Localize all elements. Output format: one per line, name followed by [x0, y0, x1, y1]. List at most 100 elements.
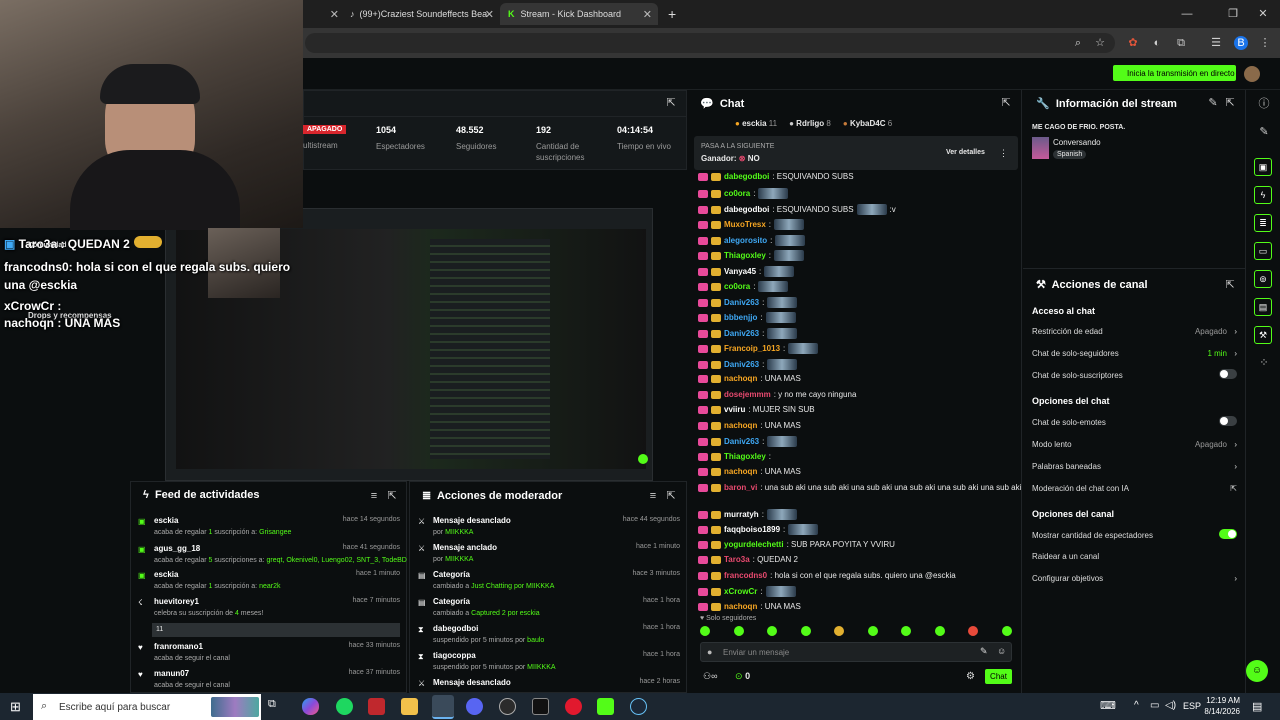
chat-username[interactable]: Daniv263: [724, 360, 759, 369]
chat-message[interactable]: MuxoTresx:: [698, 219, 805, 230]
chat-username[interactable]: Daniv263: [724, 437, 759, 446]
chrome-icon[interactable]: [432, 695, 454, 719]
chat-username[interactable]: faqqboiso1899: [724, 525, 780, 534]
filter-icon[interactable]: ≡: [367, 489, 381, 503]
chat-username[interactable]: Francoip_1013: [724, 344, 780, 353]
chat-username[interactable]: yogurdelechetti: [724, 540, 784, 549]
chat-message[interactable]: co0ora:: [698, 188, 789, 199]
extension-icon[interactable]: ◐: [1150, 36, 1164, 50]
chat-message[interactable]: alegorosito:: [698, 235, 806, 246]
obs-icon[interactable]: [499, 698, 516, 715]
chat-message[interactable]: nachoqn: UNA MAS: [698, 467, 801, 476]
chat-message[interactable]: Daniv263:: [698, 328, 798, 339]
chat-username[interactable]: Taro3a: [724, 555, 750, 564]
popout-icon[interactable]: ⇱: [385, 489, 399, 503]
chat-username[interactable]: francodns0: [724, 571, 767, 580]
popout-icon[interactable]: ⇱: [1223, 278, 1237, 292]
chat-message[interactable]: dabegodboi: ESQUIVANDO SUBS: [698, 172, 854, 181]
tray-chevron-icon[interactable]: ^: [1134, 700, 1139, 711]
tab-soundeffects[interactable]: ♪ (99+)Craziest Soundeffects Bea ✕: [342, 3, 500, 25]
chat-username[interactable]: Daniv263: [724, 298, 759, 307]
rail-layout-button[interactable]: ▤: [1254, 298, 1272, 316]
minimize-icon[interactable]: —: [1180, 7, 1194, 21]
popout-icon[interactable]: ⇱: [1223, 96, 1237, 110]
chat-message[interactable]: nachoqn: UNA MAS: [698, 374, 801, 383]
chat-message[interactable]: Francoip_1013:: [698, 343, 819, 354]
chat-message[interactable]: Daniv263:: [698, 359, 798, 370]
chat-message[interactable]: vviiru: MUJER SIN SUB: [698, 405, 815, 414]
chat-message[interactable]: faqqboiso1899:: [698, 524, 819, 535]
capcut-icon[interactable]: [532, 698, 549, 715]
chat-username[interactable]: dosejemmm: [724, 390, 771, 399]
opera-icon[interactable]: [565, 698, 582, 715]
taskbar-search-input[interactable]: ⌕ Escribe aquí para buscar: [33, 694, 261, 720]
chat-input[interactable]: ● Enviar un mensaje ✎ ☺: [700, 642, 1012, 662]
chat-message[interactable]: Thiagoxley:: [698, 452, 771, 461]
chat-message[interactable]: murratyh:: [698, 509, 797, 520]
chat-message[interactable]: dabegodboi: ESQUIVANDO SUBS:v: [698, 204, 896, 215]
close-icon[interactable]: ✕: [330, 8, 339, 21]
tab-previous[interactable]: ✕: [305, 3, 345, 25]
emote[interactable]: [867, 626, 878, 636]
window-close-icon[interactable]: ✕: [1256, 7, 1270, 21]
profile-avatar[interactable]: B: [1234, 36, 1248, 50]
chat-message[interactable]: bbbenjjo:: [698, 312, 796, 323]
network-icon[interactable]: ▭: [1150, 700, 1159, 711]
chat-message[interactable]: francodns0: hola si con el que regala su…: [698, 571, 956, 580]
chat-message[interactable]: yogurdelechetti: SUB PARA POYITA Y VVIRU: [698, 540, 895, 549]
rail-bolt-button[interactable]: ϟ: [1254, 186, 1272, 204]
emotes-only-toggle[interactable]: [1219, 416, 1237, 426]
emote[interactable]: [733, 626, 744, 636]
chat-message[interactable]: baron_vi: una sub aki una sub aki una su…: [698, 483, 1021, 492]
chat-username[interactable]: MuxoTresx: [724, 220, 766, 229]
app-icon[interactable]: [368, 698, 385, 715]
chat-username[interactable]: baron_vi: [724, 483, 757, 492]
popout-icon[interactable]: ⇱: [999, 96, 1013, 110]
slow-mode-row[interactable]: Modo lento Apagado ›: [1032, 440, 1237, 449]
windows-start-icon[interactable]: ⊞: [10, 699, 21, 715]
chat-message[interactable]: Taro3a: QUEDAN 2: [698, 555, 798, 564]
go-live-button[interactable]: Inicia la transmisión en directo: [1113, 65, 1236, 81]
chat-message[interactable]: nachoqn: UNA MAS: [698, 421, 801, 430]
emote[interactable]: [767, 626, 778, 636]
menu-dots-icon[interactable]: ⋮: [999, 148, 1008, 159]
chat-message[interactable]: nachoqn: UNA MAS: [698, 602, 801, 611]
info-icon[interactable]: ⓘ: [1257, 97, 1271, 111]
subscribers-only-toggle[interactable]: [1219, 369, 1237, 379]
media-icon[interactable]: ☰: [1209, 36, 1223, 50]
chat-username[interactable]: Daniv263: [724, 329, 759, 338]
discord-icon[interactable]: [466, 698, 483, 715]
edit-icon[interactable]: ✎: [1257, 125, 1271, 139]
emote[interactable]: [700, 626, 710, 636]
emote[interactable]: [1001, 626, 1012, 636]
age-restriction-row[interactable]: Restricción de edad Apagado ›: [1032, 327, 1237, 336]
close-icon[interactable]: ✕: [485, 8, 494, 21]
chat-message[interactable]: Daniv263:: [698, 297, 798, 308]
chat-username[interactable]: alegorosito: [724, 236, 767, 245]
clock[interactable]: 12:19 AM 8/14/2026: [1204, 696, 1240, 716]
chat-username[interactable]: nachoqn: [724, 421, 757, 430]
popout-icon[interactable]: ⇱: [664, 96, 678, 110]
chat-username[interactable]: murratyh: [724, 510, 759, 519]
close-icon[interactable]: ✕: [643, 8, 652, 21]
help-chat-button[interactable]: ☺: [1246, 660, 1268, 682]
steam-icon[interactable]: [630, 698, 647, 715]
chat-message[interactable]: Daniv263:: [698, 436, 798, 447]
emote[interactable]: [968, 626, 979, 636]
pinned-prediction[interactable]: PASA A LA SIGUIENTE Ganador: ⊗ NO Ver de…: [694, 136, 1018, 170]
chat-username[interactable]: dabegodboi: [724, 172, 769, 181]
emote[interactable]: [834, 626, 845, 636]
maximize-icon[interactable]: ❐: [1226, 7, 1240, 21]
emote[interactable]: [934, 626, 945, 636]
chat-username[interactable]: xCrowCr: [724, 587, 757, 596]
rail-stream-button[interactable]: ▣: [1254, 158, 1272, 176]
filter-icon[interactable]: ≡: [646, 489, 660, 503]
copilot-icon[interactable]: [302, 698, 319, 715]
ai-moderation-row[interactable]: Moderación del chat con IA ⇱: [1032, 484, 1237, 493]
edit-icon[interactable]: ✎: [1206, 96, 1220, 110]
chat-message[interactable]: dosejemmm: y no me cayo ninguna: [698, 390, 856, 399]
chat-username[interactable]: Vanya45: [724, 267, 756, 276]
rail-broadcast-button[interactable]: ⊚: [1254, 270, 1272, 288]
send-chat-button[interactable]: Chat: [985, 669, 1012, 684]
extension-icon[interactable]: ✿: [1126, 36, 1140, 50]
